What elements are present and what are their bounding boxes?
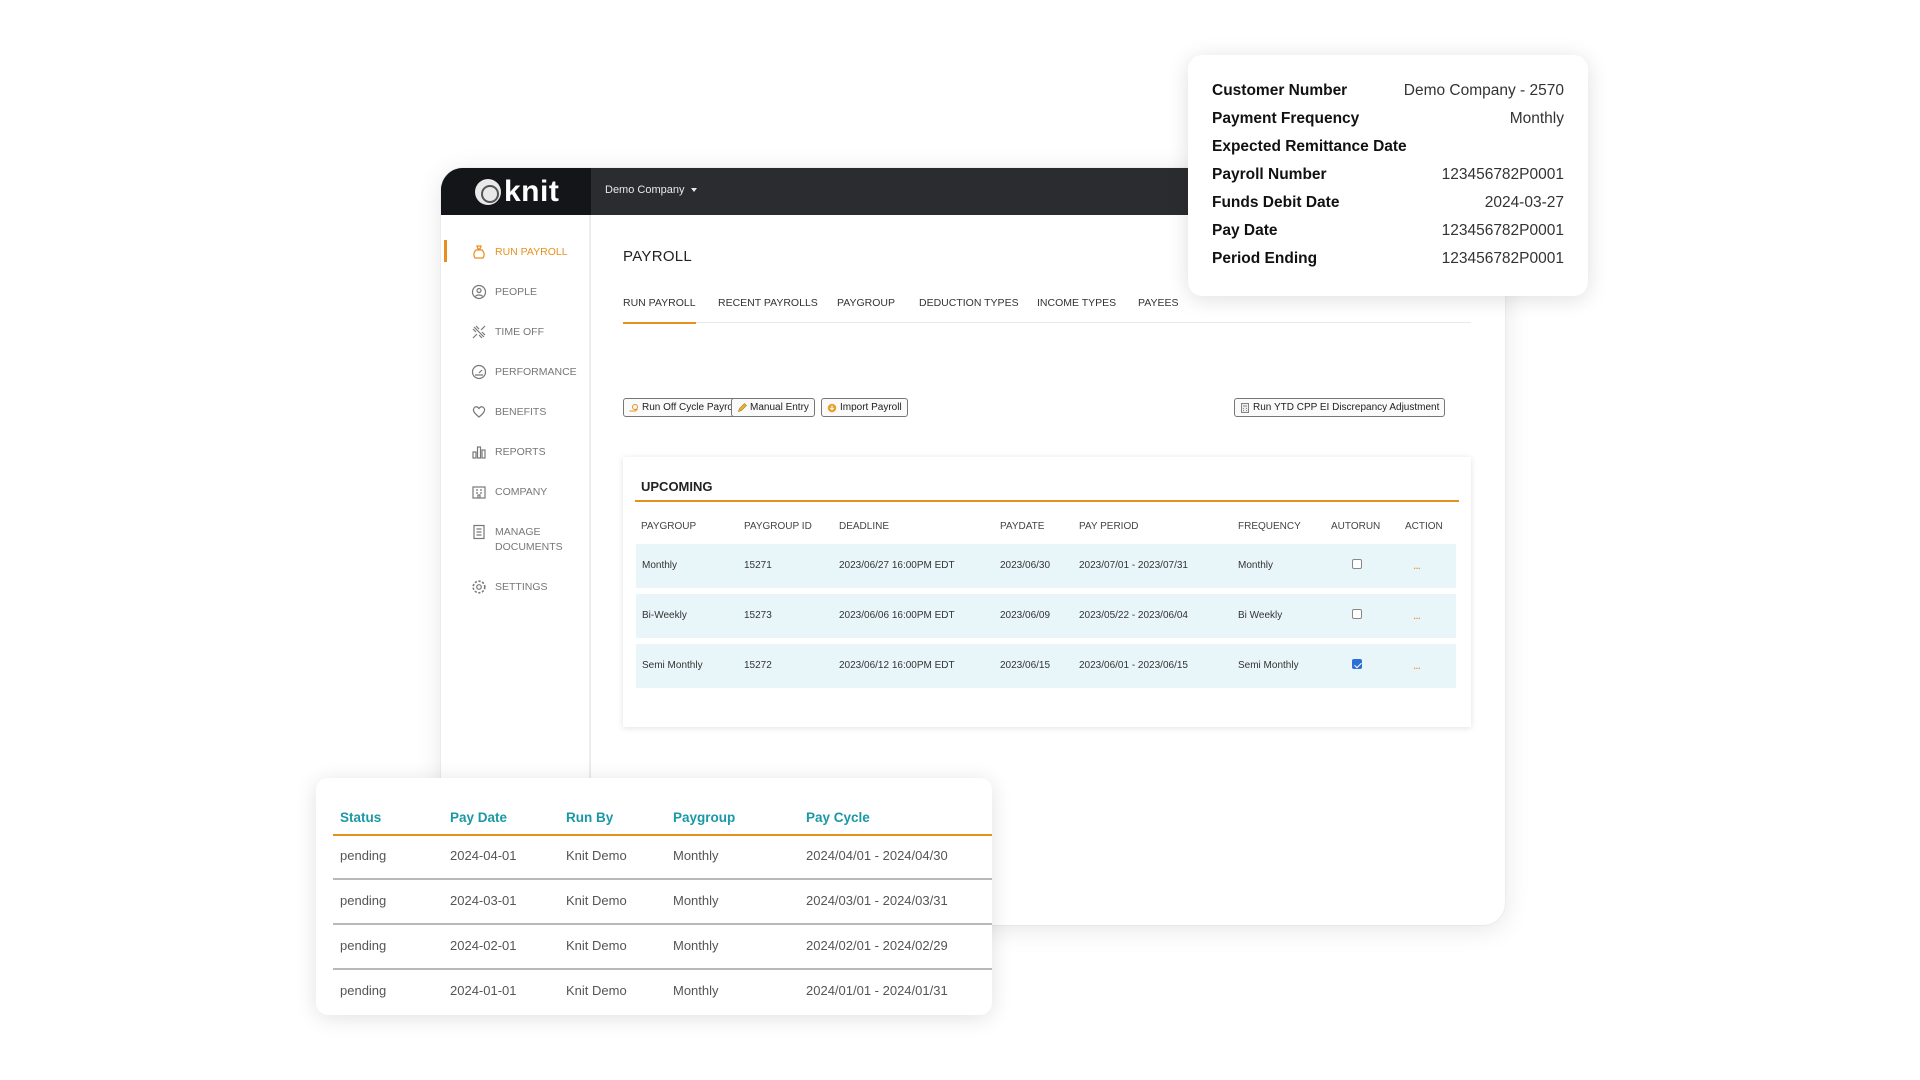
sidebar-item-benefits[interactable]: BENEFITS <box>441 404 589 420</box>
column-header[interactable]: PAYDATE <box>1000 521 1044 532</box>
tab-recent-payrolls[interactable]: RECENT PAYROLLS <box>718 297 818 323</box>
company-selector-label: Demo Company <box>605 184 685 196</box>
info-row: Pay Date 123456782P0001 <box>1212 222 1564 239</box>
more-actions-icon[interactable]: ... <box>1413 608 1421 622</box>
column-header[interactable]: PAY PERIOD <box>1079 521 1138 532</box>
run-off-cycle-payroll-button[interactable]: Run Off Cycle Payroll <box>623 398 744 417</box>
tab-run-payroll[interactable]: RUN PAYROLL <box>623 297 696 324</box>
table-row[interactable]: pending 2024-02-01 Knit Demo Monthly 202… <box>333 926 992 970</box>
globe-icon <box>475 178 501 205</box>
info-row: Expected Remittance Date <box>1212 138 1407 155</box>
column-header[interactable]: FREQUENCY <box>1238 521 1301 532</box>
sidebar-item-company[interactable]: COMPANY <box>441 484 589 500</box>
calculator-icon <box>1240 402 1250 413</box>
table-row[interactable]: pending 2024-03-01 Knit Demo Monthly 202… <box>333 881 992 925</box>
company-selector[interactable]: Demo Company <box>605 184 698 196</box>
autorun-checkbox[interactable] <box>1352 609 1362 619</box>
sidebar-item-performance[interactable]: PERFORMANCE <box>441 364 589 380</box>
column-header[interactable]: Paygroup <box>673 810 735 825</box>
logo-text: knit <box>504 174 560 208</box>
column-header[interactable]: PAYGROUP <box>641 521 696 532</box>
bar-chart-icon <box>471 444 487 460</box>
sidebar-item-manage-documents[interactable]: MANAGE DOCUMENTS <box>441 524 589 555</box>
document-icon <box>471 524 487 540</box>
autorun-checkbox[interactable] <box>1352 659 1362 669</box>
table-row[interactable]: Bi-Weekly 15273 2023/06/06 16:00PM EDT 2… <box>636 594 1456 638</box>
column-header[interactable]: DEADLINE <box>839 521 889 532</box>
table-row[interactable]: pending 2024-01-01 Knit Demo Monthly 202… <box>333 971 992 1015</box>
pay-history-card: Status Pay Date Run By Paygroup Pay Cycl… <box>316 778 992 1015</box>
tab-deduction-types[interactable]: DEDUCTION TYPES <box>919 297 1019 323</box>
sidebar-item-settings[interactable]: SETTINGS <box>441 579 589 595</box>
logo[interactable]: knit <box>441 168 591 215</box>
sidebar-item-label: MANAGE <box>495 526 541 538</box>
gauge-icon <box>471 364 487 380</box>
tab-bar: RUN PAYROLL RECENT PAYROLLS PAYGROUP DED… <box>623 297 1471 324</box>
info-row: Payment Frequency Monthly <box>1212 110 1564 127</box>
column-header[interactable]: Run By <box>566 810 613 825</box>
column-header[interactable]: AUTORUN <box>1331 521 1380 532</box>
info-row: Period Ending 123456782P0001 <box>1212 250 1564 267</box>
gear-icon <box>471 579 487 595</box>
person-icon <box>471 284 487 300</box>
info-row: Payroll Number 123456782P0001 <box>1212 166 1564 183</box>
caret-down-icon <box>691 188 698 192</box>
sidebar-item-time-off[interactable]: TIME OFF <box>441 324 589 340</box>
building-icon <box>471 484 487 500</box>
tab-paygroup[interactable]: PAYGROUP <box>837 297 895 323</box>
more-actions-icon[interactable]: ... <box>1413 658 1421 672</box>
upcoming-title: UPCOMING <box>641 479 713 494</box>
plane-icon <box>471 324 487 340</box>
column-header[interactable]: Pay Date <box>450 810 507 825</box>
column-header[interactable]: Status <box>340 810 381 825</box>
upcoming-divider <box>635 500 1459 502</box>
autorun-checkbox[interactable] <box>1352 559 1362 569</box>
info-row: Funds Debit Date 2024-03-27 <box>1212 194 1564 211</box>
ytd-cpp-ei-adjustment-button[interactable]: Run YTD CPP EI Discrepancy Adjustment <box>1234 398 1446 417</box>
sidebar-item-reports[interactable]: REPORTS <box>441 444 589 460</box>
import-payroll-button[interactable]: Import Payroll <box>821 398 908 417</box>
more-actions-icon[interactable]: ... <box>1413 558 1421 572</box>
import-icon <box>827 403 837 413</box>
tab-payees[interactable]: PAYEES <box>1138 297 1178 323</box>
table-row[interactable]: Monthly 15271 2023/06/27 16:00PM EDT 202… <box>636 544 1456 588</box>
heart-hand-icon <box>471 404 487 420</box>
stage: knit Demo Company RUN PAYROLL PEOPLE TIM… <box>0 0 1920 1080</box>
upcoming-payrolls-panel: UPCOMING PAYGROUP PAYGROUP ID DEADLINE P… <box>623 457 1471 727</box>
manual-entry-button[interactable]: Manual Entry <box>731 398 815 417</box>
sidebar-item-people[interactable]: PEOPLE <box>441 284 589 300</box>
table-row[interactable]: pending 2024-04-01 Knit Demo Monthly 202… <box>333 836 992 880</box>
page-title: PAYROLL <box>623 248 693 265</box>
money-bag-icon <box>471 244 487 260</box>
hand-coin-icon <box>629 403 639 413</box>
sidebar-item-label-2: DOCUMENTS <box>495 541 563 553</box>
pencil-icon <box>737 402 747 413</box>
column-header[interactable]: PAYGROUP ID <box>744 521 812 532</box>
tab-income-types[interactable]: INCOME TYPES <box>1037 297 1116 323</box>
column-header[interactable]: Pay Cycle <box>806 810 870 825</box>
table-row[interactable]: Semi Monthly 15272 2023/06/12 16:00PM ED… <box>636 644 1456 688</box>
column-header[interactable]: ACTION <box>1405 521 1443 532</box>
sidebar-item-run-payroll[interactable]: RUN PAYROLL <box>441 240 589 262</box>
remittance-info-card: Customer Number Demo Company - 2570 Paym… <box>1188 55 1588 296</box>
info-row: Customer Number Demo Company - 2570 <box>1212 82 1564 99</box>
